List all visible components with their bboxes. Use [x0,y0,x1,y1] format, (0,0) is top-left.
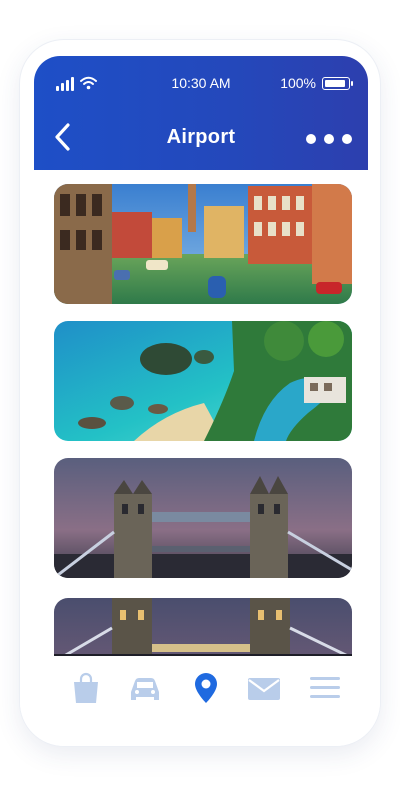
bottom-tab-bar [20,656,380,746]
tab-menu[interactable] [308,672,342,704]
menu-icon [310,677,340,698]
battery-icon [322,77,353,90]
shopping-bag-icon [74,672,98,703]
battery-percentage: 100% [280,75,316,91]
destination-card-tower-bridge[interactable] [54,458,352,578]
location-pin-icon [195,673,217,703]
tab-location[interactable] [192,672,220,704]
destination-card-beach[interactable] [54,321,352,441]
venice-canal-image [54,184,352,304]
tower-bridge-dusk-image [54,458,352,578]
app-header: 10:30 AM 100% Airport [34,56,368,170]
beach-resort-image [54,321,352,441]
destination-list[interactable] [54,184,352,670]
tab-transport[interactable] [128,672,162,704]
status-time: 10:30 AM [171,75,231,91]
car-icon [131,678,159,700]
phone-frame: 10:30 AM 100% Airport [20,40,380,746]
mail-icon [248,678,280,700]
status-bar: 10:30 AM 100% [34,74,368,94]
tab-shopping[interactable] [70,672,102,704]
destination-card-venice[interactable] [54,184,352,304]
more-options-button[interactable] [306,132,352,146]
tab-messages[interactable] [246,672,282,704]
